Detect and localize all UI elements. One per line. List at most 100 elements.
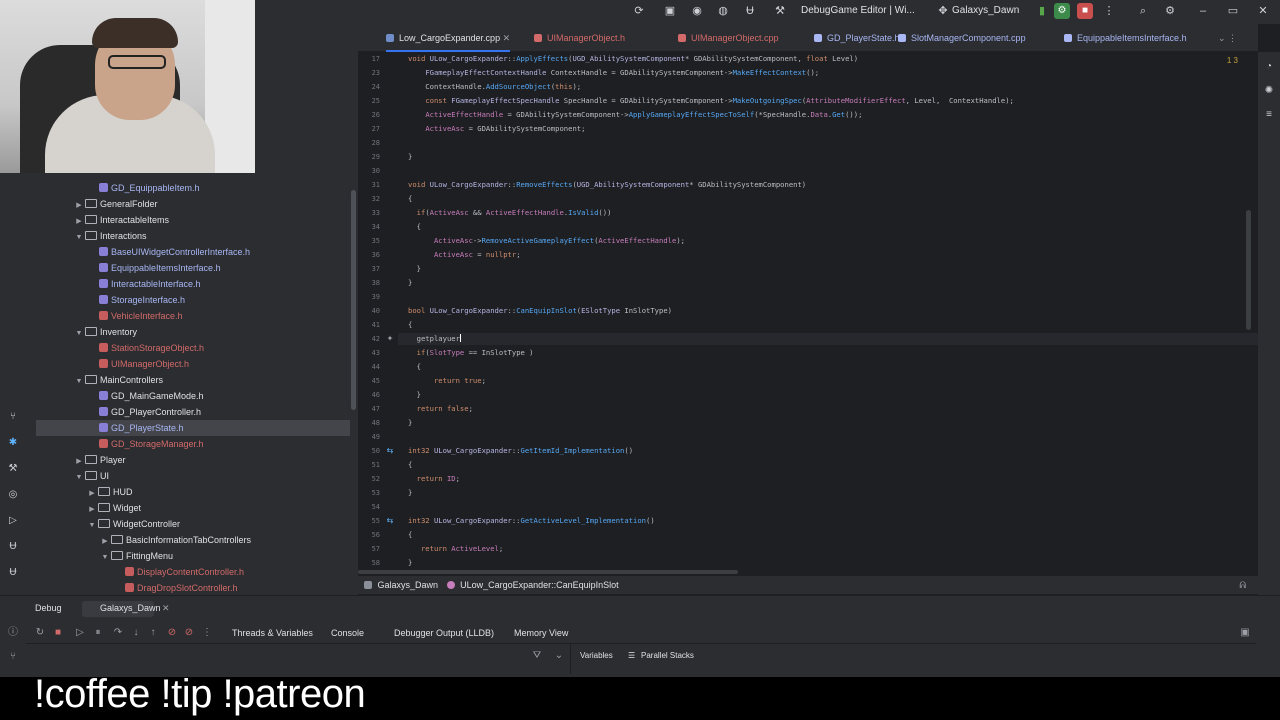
tree-folder[interactable]: ▶ InteractableItems	[36, 212, 350, 228]
code-line[interactable]: }	[408, 152, 412, 161]
breakpoints-icon[interactable]: ⊘	[165, 626, 179, 640]
unreal-log-icon[interactable]: Ʉ	[6, 566, 20, 580]
tree-folder[interactable]: ▶ BasicInformationTabControllers	[36, 532, 350, 548]
tab-console[interactable]: Console	[331, 626, 364, 640]
code-line[interactable]: return ID;	[408, 474, 460, 483]
layout-icon[interactable]: ▣	[1238, 626, 1252, 640]
project-scrollbar[interactable]	[351, 190, 356, 410]
maximize-icon[interactable]: ▭	[1226, 4, 1240, 18]
debug-tool-icon[interactable]: ✱	[6, 436, 20, 450]
tab-variables[interactable]: Variables	[580, 649, 613, 663]
code-line[interactable]: {	[408, 362, 421, 371]
tree-file[interactable]: StorageInterface.h	[36, 292, 350, 308]
tree-folder[interactable]: ▼ Inventory	[36, 324, 350, 340]
run-tool-icon[interactable]: ▷	[6, 514, 20, 528]
code-line[interactable]: if(SlotType == InSlotType )	[408, 348, 534, 357]
ai-assistant-icon[interactable]: ✺	[1262, 84, 1276, 98]
close-session-icon[interactable]: ✕	[162, 601, 170, 615]
memory-indicator-icon[interactable]: ᕱ	[1239, 576, 1246, 594]
chevron-down-icon[interactable]: ⌄	[552, 649, 566, 663]
tree-folder[interactable]: ▼ Interactions	[36, 228, 350, 244]
refresh-icon[interactable]: ⟳	[632, 4, 646, 18]
close-tab-icon[interactable]: ✕	[500, 33, 511, 43]
tree-file[interactable]: StationStorageObject.h	[36, 340, 350, 356]
code-line[interactable]: {	[408, 460, 412, 469]
tab-memory-view[interactable]: Memory View	[514, 626, 568, 640]
close-icon[interactable]: ✕	[1256, 4, 1270, 18]
rerun-icon[interactable]: ↻	[33, 626, 47, 640]
code-line[interactable]: return false;	[408, 404, 473, 413]
tree-file[interactable]: GD_MainGameMode.h	[36, 388, 350, 404]
editor-tab[interactable]: UIManagerObject.cpp	[678, 24, 779, 52]
code-line[interactable]: if(ActiveAsc && ActiveEffectHandle.IsVal…	[408, 208, 612, 217]
settings-icon[interactable]: ⚙	[1163, 4, 1177, 18]
stop-debug-icon[interactable]: ■	[51, 626, 65, 640]
editor-tab[interactable]: GD_PlayerState.h	[814, 24, 900, 52]
tree-file[interactable]: VehicleInterface.h	[36, 308, 350, 324]
tree-folder[interactable]: ▼ FittingMenu	[36, 548, 350, 564]
tab-debugger-output[interactable]: Debugger Output (LLDB)	[394, 626, 494, 640]
tree-file[interactable]: EquippableItemsInterface.h	[36, 260, 350, 276]
code-line[interactable]: int32 ULow_CargoExpander::GetItemId_Impl…	[408, 446, 633, 455]
code-line[interactable]: int32 ULow_CargoExpander::GetActiveLevel…	[408, 516, 655, 525]
tree-folder[interactable]: ▶ HUD	[36, 484, 350, 500]
game-icon[interactable]: ◍	[716, 4, 730, 18]
resume-icon[interactable]: ▷	[73, 626, 87, 640]
tree-folder[interactable]: ▶ Player	[36, 452, 350, 468]
override-marker-icon[interactable]: ⇆	[385, 516, 395, 526]
search-icon[interactable]: ⌕	[1136, 4, 1150, 18]
intention-bulb-icon[interactable]: ✦	[385, 334, 395, 344]
override-marker-icon[interactable]: ⇆	[385, 446, 395, 456]
tree-file[interactable]: InteractableInterface.h	[36, 276, 350, 292]
editor-tab[interactable]: UIManagerObject.h	[534, 24, 625, 52]
code-line[interactable]: }	[408, 278, 412, 287]
project-selector[interactable]: Galaxys_Dawn	[952, 0, 1019, 22]
step-over-icon[interactable]: ↷	[111, 626, 125, 640]
editor-horizontal-scrollbar[interactable]	[358, 570, 738, 574]
code-line[interactable]: void ULow_CargoExpander::ApplyEffects(UG…	[408, 54, 858, 63]
code-editor[interactable]: 1 3 17 void ULow_CargoExpander::ApplyEffe…	[358, 52, 1258, 576]
code-line[interactable]: }	[408, 418, 412, 427]
info-icon[interactable]: ⓘ	[6, 626, 20, 640]
notifications-icon[interactable]: ◔	[1262, 60, 1276, 74]
debug-panel-title[interactable]: Debug	[35, 601, 62, 615]
breadcrumb-symbol[interactable]: ULow_CargoExpander::CanEquipInSlot	[460, 580, 619, 590]
breadcrumb-project[interactable]: Galaxys_Dawn	[378, 580, 439, 590]
code-line[interactable]: }	[408, 488, 412, 497]
editor-tab[interactable]: SlotManagerComponent.cpp	[898, 24, 1026, 52]
code-line[interactable]: }	[408, 390, 421, 399]
tree-folder[interactable]: ▼ UI	[36, 468, 350, 484]
tree-file[interactable]: DisplayContentController.h	[36, 564, 350, 580]
step-into-icon[interactable]: ↓	[129, 626, 143, 640]
tree-file[interactable]: GD_PlayerController.h	[36, 404, 350, 420]
step-out-icon[interactable]: ↑	[146, 626, 160, 640]
code-line[interactable]: ActiveEffectHandle = GDAbilitySystemComp…	[408, 110, 862, 119]
unreal-icon[interactable]: Ʉ	[743, 4, 757, 18]
unreal-tool-icon[interactable]: Ʉ	[6, 540, 20, 554]
code-line[interactable]: }	[408, 264, 421, 273]
debug-session-tab[interactable]: Galaxys_Dawn	[82, 601, 161, 617]
minimize-icon[interactable]: –	[1196, 4, 1210, 18]
code-line[interactable]: ActiveAsc = nullptr;	[408, 250, 521, 259]
code-line[interactable]: return true;	[408, 376, 486, 385]
editor-vertical-scrollbar[interactable]	[1246, 210, 1251, 330]
tree-file[interactable]: UIManagerObject.h	[36, 356, 350, 372]
build-icon[interactable]: ⚒	[773, 4, 787, 18]
tree-file[interactable]: GD_StorageManager.h	[36, 436, 350, 452]
database-icon[interactable]: ≡	[1262, 108, 1276, 122]
more-icon[interactable]: ⋮	[1102, 4, 1116, 18]
code-line[interactable]: {	[408, 194, 412, 203]
tree-folder[interactable]: ▶ Widget	[36, 500, 350, 516]
tabs-overflow-icon[interactable]: ⌄ ⋮	[1218, 24, 1237, 52]
tab-threads-variables[interactable]: Threads & Variables	[232, 626, 313, 640]
code-line[interactable]: FGameplayEffectContextHandle ContextHand…	[408, 68, 819, 77]
git-branch-icon[interactable]: ⑂	[6, 650, 20, 664]
ue-icon[interactable]: ◉	[690, 4, 704, 18]
editor-tab[interactable]: EquippableItemsInterface.h	[1064, 24, 1187, 52]
code-line[interactable]: ContextHandle.AddSourceObject(this);	[408, 82, 581, 91]
editor-tab[interactable]: Low_CargoExpander.cpp ✕	[386, 24, 511, 52]
code-line[interactable]: {	[408, 320, 412, 329]
code-line[interactable]: ActiveAsc->RemoveActiveGameplayEffect(Ac…	[408, 236, 685, 245]
tree-file[interactable]: GD_PlayerState.h	[36, 420, 350, 436]
inspection-summary[interactable]: 1 3	[1227, 56, 1238, 65]
